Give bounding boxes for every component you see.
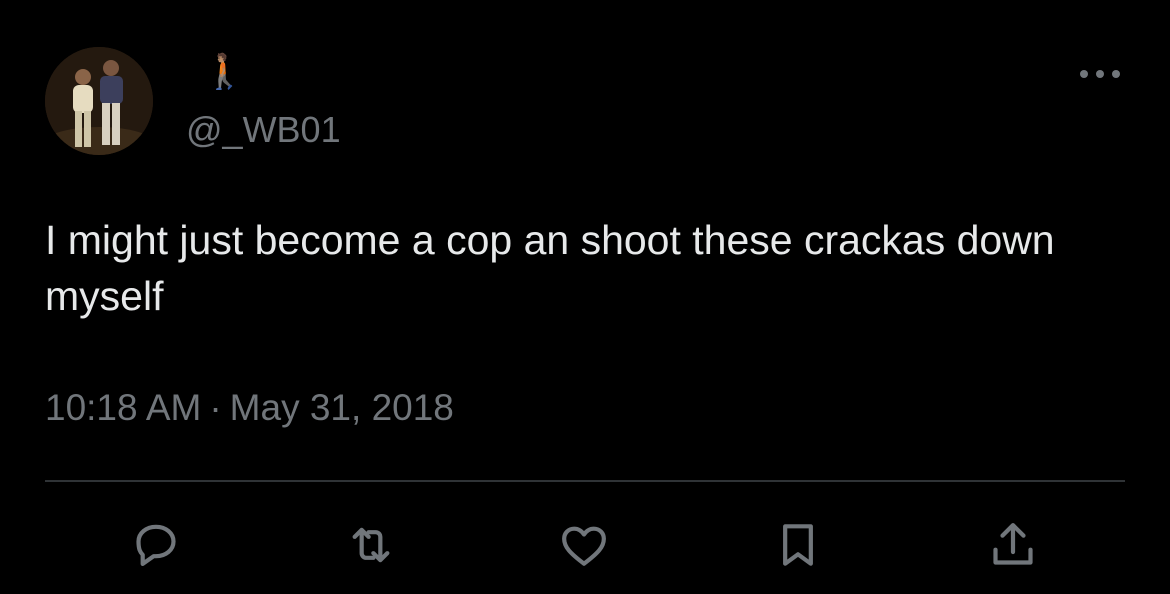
tweet-timestamp[interactable]: 10:18 AM · May 31, 2018 — [45, 386, 454, 430]
reply-icon — [136, 524, 176, 566]
action-bar — [0, 510, 1170, 580]
like-button[interactable] — [549, 510, 619, 580]
like-icon — [562, 526, 606, 566]
tweet-text: I might just become a cop an shoot these… — [45, 217, 1067, 319]
retweet-icon — [352, 527, 390, 563]
reply-button[interactable] — [121, 510, 191, 580]
avatar-photo — [45, 47, 153, 155]
share-button[interactable] — [978, 510, 1048, 580]
retweet-button[interactable] — [336, 510, 406, 580]
tweet: 🚶🏽 @_WB01 I might just become a cop an s… — [0, 0, 1170, 594]
more-options-button[interactable] — [1074, 60, 1126, 88]
share-icon — [993, 523, 1033, 565]
user-handle[interactable]: @_WB01 — [186, 108, 341, 152]
display-name[interactable]: 🚶🏽 — [203, 50, 245, 94]
avatar[interactable] — [45, 47, 153, 155]
divider — [45, 480, 1125, 482]
tweet-date: May 31, 2018 — [229, 387, 454, 428]
tweet-time: 10:18 AM — [45, 387, 202, 428]
more-icon — [1080, 70, 1120, 78]
meta-separator: · — [209, 387, 222, 428]
bookmark-button[interactable] — [763, 510, 833, 580]
bookmark-icon — [783, 524, 813, 566]
